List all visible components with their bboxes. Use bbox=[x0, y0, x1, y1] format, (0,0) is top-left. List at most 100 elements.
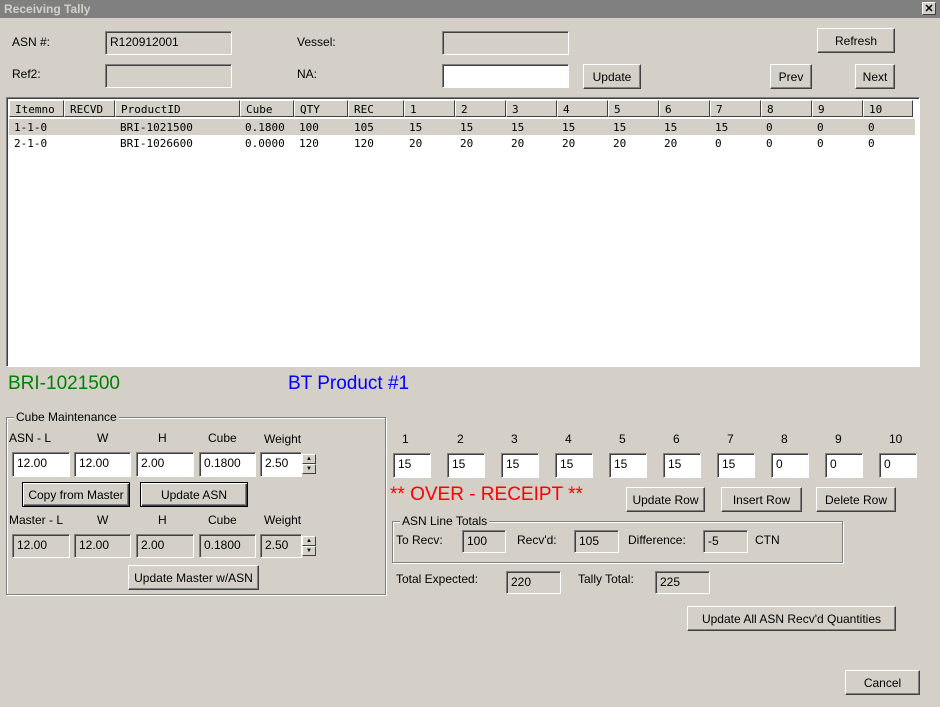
master-l-label: Master - L bbox=[9, 513, 64, 527]
table-cell: 0 bbox=[868, 121, 875, 134]
h-label: H bbox=[158, 431, 167, 445]
tally-label-8: 8 bbox=[781, 432, 788, 446]
tally-input-1[interactable]: 15 bbox=[393, 453, 431, 478]
h-label: H bbox=[158, 513, 167, 527]
close-icon[interactable]: ✕ bbox=[922, 2, 936, 15]
tally-input-6[interactable]: 15 bbox=[663, 453, 701, 478]
col-header-8[interactable]: 8 bbox=[761, 100, 812, 117]
to-recv-field: 100 bbox=[462, 530, 506, 553]
asn-weight-spinner[interactable]: ▲ ▼ bbox=[302, 454, 316, 474]
prev-button[interactable]: Prev bbox=[770, 64, 812, 89]
col-header-4[interactable]: 4 bbox=[557, 100, 608, 117]
total-expected-field: 220 bbox=[506, 571, 561, 594]
tally-input-9[interactable]: 0 bbox=[825, 453, 863, 478]
tally-label-9: 9 bbox=[835, 432, 842, 446]
asn-line-totals-legend: ASN Line Totals bbox=[400, 514, 490, 528]
table-cell: 0 bbox=[817, 121, 824, 134]
table-cell: BRI-1026600 bbox=[120, 137, 193, 150]
na-input[interactable] bbox=[442, 64, 569, 88]
tally-input-4[interactable]: 15 bbox=[555, 453, 593, 478]
table-cell: 15 bbox=[460, 121, 474, 134]
table-cell: 2-1-0 bbox=[14, 137, 48, 150]
col-header-1[interactable]: 1 bbox=[404, 100, 455, 117]
ref2-field[interactable] bbox=[105, 64, 232, 88]
col-header-5[interactable]: 5 bbox=[608, 100, 659, 117]
product-id-heading: BRI-1021500 bbox=[8, 373, 120, 394]
table-cell: 0 bbox=[868, 137, 875, 150]
spin-up-icon[interactable]: ▲ bbox=[302, 536, 316, 546]
total-expected-label: Total Expected: bbox=[396, 572, 479, 586]
table-cell: 120 bbox=[354, 137, 374, 150]
table-row[interactable]: 1-1-0 BRI-1021500 0.1800 100 105 15 15 1… bbox=[9, 119, 915, 135]
delete-row-button[interactable]: Delete Row bbox=[816, 487, 896, 512]
table-cell: 1-1-0 bbox=[14, 121, 48, 134]
col-header-rec[interactable]: REC bbox=[348, 100, 404, 117]
asn-field[interactable]: R120912001 bbox=[105, 31, 232, 55]
table-row[interactable]: 2-1-0 BRI-1026600 0.0000 120 120 20 20 2… bbox=[9, 135, 915, 151]
table-cell: 20 bbox=[409, 137, 423, 150]
receiving-grid[interactable]: Itemno RECVD ProductID Cube QTY REC 1 2 … bbox=[6, 97, 920, 367]
col-header-itemno[interactable]: Itemno bbox=[9, 100, 64, 117]
col-header-10[interactable]: 10 bbox=[863, 100, 913, 117]
tally-input-8[interactable]: 0 bbox=[771, 453, 809, 478]
vessel-field[interactable] bbox=[442, 31, 569, 55]
next-button[interactable]: Next bbox=[855, 64, 895, 89]
asn-weight-input[interactable]: 2.50 bbox=[260, 452, 302, 477]
col-header-productid[interactable]: ProductID bbox=[115, 100, 240, 117]
table-cell: 15 bbox=[562, 121, 576, 134]
tally-input-7[interactable]: 15 bbox=[717, 453, 755, 478]
over-receipt-warning: ** OVER - RECEIPT ** bbox=[390, 484, 583, 505]
update-button[interactable]: Update bbox=[583, 64, 641, 89]
copy-from-master-button[interactable]: Copy from Master bbox=[22, 482, 130, 507]
master-height-field: 2.00 bbox=[136, 534, 194, 558]
asn-length-input[interactable]: 12.00 bbox=[12, 452, 70, 477]
tally-label-10: 10 bbox=[889, 432, 903, 446]
table-cell: BRI-1021500 bbox=[120, 121, 193, 134]
spin-down-icon[interactable]: ▼ bbox=[302, 546, 316, 556]
tally-input-2[interactable]: 15 bbox=[447, 453, 485, 478]
spin-down-icon[interactable]: ▼ bbox=[302, 464, 316, 474]
table-cell: 15 bbox=[664, 121, 678, 134]
col-header-2[interactable]: 2 bbox=[455, 100, 506, 117]
spin-up-icon[interactable]: ▲ bbox=[302, 454, 316, 464]
update-all-asn-button[interactable]: Update All ASN Recv'd Quantities bbox=[687, 606, 896, 631]
tally-input-3[interactable]: 15 bbox=[501, 453, 539, 478]
table-cell: 120 bbox=[299, 137, 319, 150]
update-asn-button[interactable]: Update ASN bbox=[140, 482, 248, 507]
table-cell: 20 bbox=[664, 137, 678, 150]
refresh-button[interactable]: Refresh bbox=[817, 28, 895, 53]
col-header-6[interactable]: 6 bbox=[659, 100, 710, 117]
col-header-qty[interactable]: QTY bbox=[294, 100, 348, 117]
col-header-recvd[interactable]: RECVD bbox=[64, 100, 115, 117]
table-cell: 105 bbox=[354, 121, 374, 134]
title-bar: Receiving Tally ✕ bbox=[0, 0, 940, 18]
master-width-field: 12.00 bbox=[74, 534, 131, 558]
table-cell: 0.0000 bbox=[245, 137, 285, 150]
cancel-button[interactable]: Cancel bbox=[845, 670, 920, 695]
asn-width-input[interactable]: 12.00 bbox=[74, 452, 131, 477]
update-row-button[interactable]: Update Row bbox=[626, 487, 705, 512]
tally-input-10[interactable]: 0 bbox=[879, 453, 917, 478]
asn-cube-input[interactable]: 0.1800 bbox=[199, 452, 256, 477]
unit-label: CTN bbox=[755, 533, 780, 547]
col-header-3[interactable]: 3 bbox=[506, 100, 557, 117]
w-label: W bbox=[97, 431, 109, 445]
table-cell: 15 bbox=[511, 121, 525, 134]
table-cell: 20 bbox=[511, 137, 525, 150]
table-cell: 0 bbox=[766, 121, 773, 134]
product-name-heading: BT Product #1 bbox=[288, 373, 410, 394]
master-cube-field: 0.1800 bbox=[199, 534, 256, 558]
tally-total-field: 225 bbox=[655, 571, 710, 594]
insert-row-button[interactable]: Insert Row bbox=[721, 487, 802, 512]
table-cell: 20 bbox=[613, 137, 627, 150]
tally-input-5[interactable]: 15 bbox=[609, 453, 647, 478]
to-recv-label: To Recv: bbox=[396, 533, 443, 547]
update-master-button[interactable]: Update Master w/ASN bbox=[128, 565, 259, 590]
col-header-7[interactable]: 7 bbox=[710, 100, 761, 117]
col-header-9[interactable]: 9 bbox=[812, 100, 863, 117]
asn-height-input[interactable]: 2.00 bbox=[136, 452, 194, 477]
col-header-cube[interactable]: Cube bbox=[240, 100, 294, 117]
master-weight-spinner[interactable]: ▲ ▼ bbox=[302, 536, 316, 556]
weight-label: Weight bbox=[264, 432, 302, 446]
table-cell: 0 bbox=[817, 137, 824, 150]
